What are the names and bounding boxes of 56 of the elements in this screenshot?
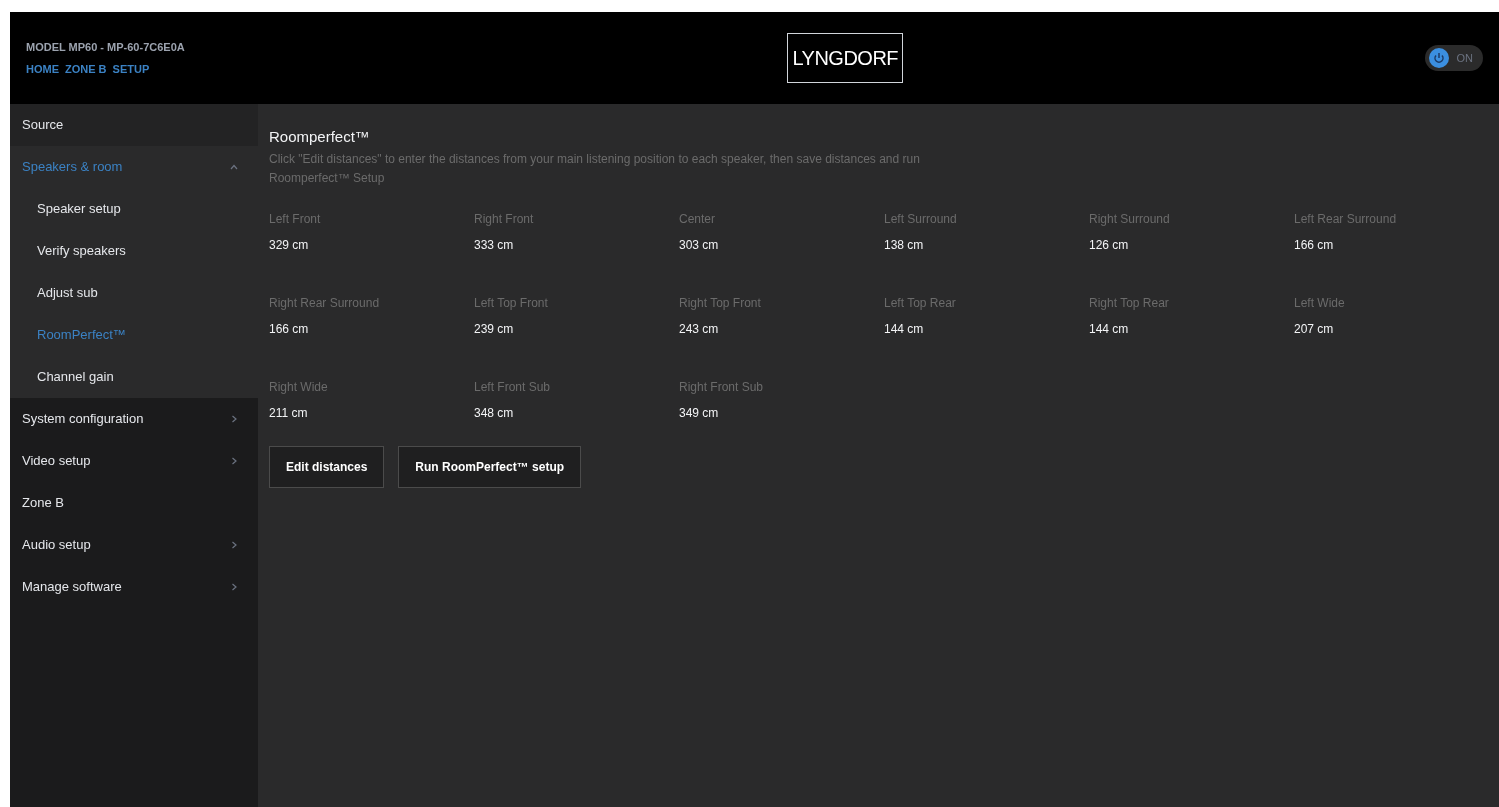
chevron-right-icon (230, 415, 238, 423)
speaker-label: Right Front (474, 210, 535, 228)
distance-value: 348 cm (474, 404, 515, 422)
speaker-label: Right Surround (1089, 210, 1171, 228)
distance-value: 138 cm (884, 236, 925, 254)
distance-value: 144 cm (884, 320, 925, 338)
distance-value: 239 cm (474, 320, 515, 338)
sidebar-subitem[interactable]: RoomPerfect™ (10, 314, 258, 356)
sidebar-subitem[interactable]: Verify speakers (10, 230, 258, 272)
speaker-label: Left Top Front (474, 294, 549, 312)
sidebar-item[interactable]: Audio setup (10, 524, 258, 566)
distance-value: 303 cm (679, 236, 720, 254)
model-label: MODEL MP60 - MP-60-7C6E0A (26, 39, 186, 55)
sidebar-subitem[interactable]: Channel gain (10, 356, 258, 398)
distance-value: 211 cm (269, 404, 309, 422)
logo: LYNGDORF (787, 33, 904, 83)
sidebar-subitem[interactable]: Speaker setup (10, 188, 258, 230)
action-button[interactable]: Edit distances (269, 445, 385, 488)
action-button[interactable]: Run RoomPerfect™ setup (398, 445, 582, 488)
sidebar-item[interactable]: Zone B (10, 482, 258, 524)
speaker-label: Left Front Sub (474, 378, 552, 396)
distance-value: 207 cm (1294, 320, 1335, 338)
speaker-label: Center (679, 210, 717, 228)
speaker-label: Left Surround (884, 210, 958, 228)
speaker-label: Right Rear Surround (269, 294, 381, 312)
chevron-right-icon (230, 541, 238, 549)
distance-value: 144 cm (1089, 320, 1130, 338)
speaker-label: Left Top Rear (884, 294, 957, 312)
speaker-label: Right Front Sub (679, 378, 765, 396)
distance-value: 166 cm (1294, 236, 1335, 254)
sidebar-item[interactable]: Source (10, 104, 258, 146)
distance-value: 243 cm (679, 320, 720, 338)
speaker-label: Right Top Rear (1089, 294, 1170, 312)
speaker-label: Right Top Front (679, 294, 762, 312)
chevron-up-icon (230, 163, 238, 171)
sidebar-item[interactable]: Speakers & room (10, 146, 258, 188)
chevron-right-icon (230, 457, 238, 465)
page-title: Roomperfect™ (269, 127, 371, 147)
sidebar-item[interactable]: Manage software (10, 566, 258, 608)
speaker-label: Left Rear Surround (1294, 210, 1398, 228)
sidebar-subitem[interactable]: Adjust sub (10, 272, 258, 314)
distance-value: 166 cm (269, 320, 310, 338)
distance-value: 126 cm (1089, 236, 1130, 254)
breadcrumb-link[interactable]: ZONE B (65, 61, 107, 78)
sidebar-item[interactable]: Video setup (10, 440, 258, 482)
distance-value: 333 cm (474, 236, 515, 254)
distance-value: 349 cm (679, 404, 720, 422)
speaker-label: Right Wide (269, 378, 329, 396)
sidebar-item[interactable]: System configuration (10, 398, 258, 440)
distance-value: 329 cm (269, 236, 310, 254)
breadcrumb-link[interactable]: SETUP (112, 61, 150, 78)
breadcrumb-link[interactable]: HOME (26, 61, 59, 78)
chevron-right-icon (230, 583, 238, 591)
speaker-label: Left Front (269, 210, 322, 228)
page-description: Click "Edit distances" to enter the distances from your main listening position to each speaker, then save distances and run Roomperfect™ Setup (269, 150, 921, 187)
speaker-label: Left Wide (1294, 294, 1346, 312)
